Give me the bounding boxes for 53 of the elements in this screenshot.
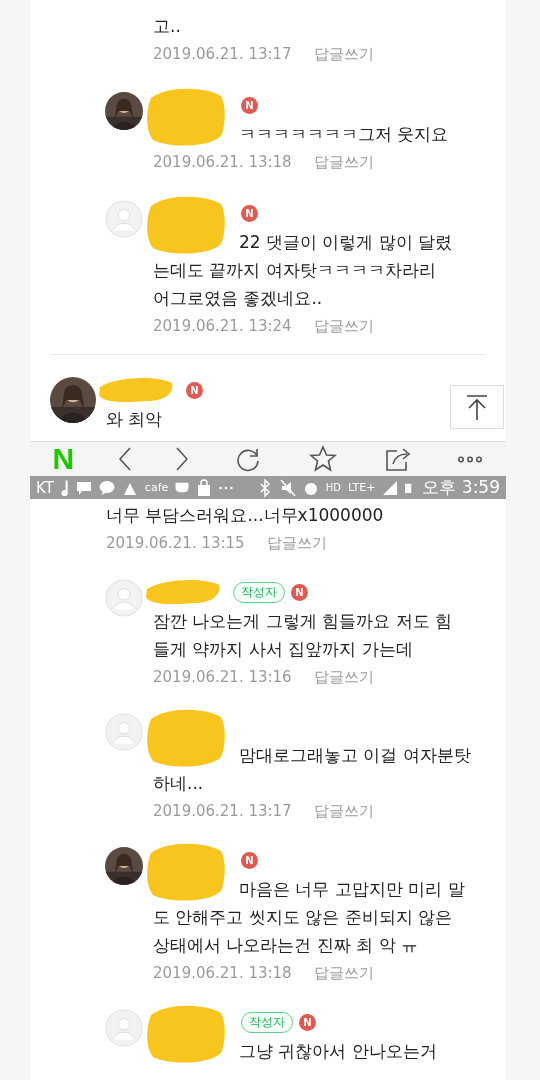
star-icon bbox=[307, 444, 338, 474]
shopping-bag-icon bbox=[196, 478, 213, 497]
back-icon bbox=[119, 447, 131, 471]
forward-icon bbox=[175, 447, 188, 471]
comment-text: 고.. bbox=[153, 15, 181, 38]
comment-text: ㅋㅋㅋㅋㅋㅋㅋ그저 웃지요 bbox=[238, 123, 449, 146]
comment-text: 너무 부담스러워요...너무x1000000 bbox=[106, 504, 384, 527]
comment-date: 2019.06.21. 13:18 bbox=[153, 963, 292, 984]
comment-date: 2019.06.21. 13:16 bbox=[153, 667, 292, 688]
forward-button[interactable] bbox=[175, 447, 188, 471]
naver-badge: N bbox=[186, 381, 203, 399]
comment-text: 맘대로그래놓고 이걸 여자분탓 하네... bbox=[153, 744, 471, 795]
scroll-top-button[interactable] bbox=[450, 385, 504, 429]
comment-text: 22 댓글이 이렇게 많이 달렸 는데도 끝까지 여자탓ㅋㅋㅋㅋ차라리 어그로였음 좋겠네요.. bbox=[153, 231, 453, 310]
reply-link[interactable]: 답글쓰기 bbox=[266, 529, 327, 557]
comment-text: 잠깐 나오는게 그렇게 힘들까요 저도 힘 들게 약까지 사서 집앞까지 가는데 bbox=[153, 610, 453, 661]
comment-date: 2019.06.21. 13:15 bbox=[106, 533, 245, 554]
arrow-up-icon bbox=[464, 393, 490, 421]
network-label: LTE+ bbox=[347, 481, 376, 494]
reply-link[interactable]: 답글쓰기 bbox=[313, 312, 374, 340]
music-note-icon bbox=[60, 479, 69, 496]
naver-badge: N bbox=[291, 583, 308, 601]
naver-logo[interactable]: N bbox=[52, 442, 75, 476]
mute-icon bbox=[279, 478, 296, 497]
author-badge: 작성자 bbox=[233, 581, 285, 603]
reply-link[interactable]: 답글쓰기 bbox=[313, 40, 374, 68]
reply-link[interactable]: 답글쓰기 bbox=[313, 797, 374, 825]
naver-badge: N bbox=[241, 96, 258, 114]
cup-icon bbox=[175, 482, 190, 493]
author-badge: 작성자 bbox=[241, 1011, 293, 1033]
naver-badge: N bbox=[299, 1013, 316, 1031]
cafe-label: cafe bbox=[144, 481, 169, 494]
comment-text: 와 최악 bbox=[106, 408, 163, 431]
reply-link[interactable]: 답글쓰기 bbox=[313, 148, 374, 176]
reply-link[interactable]: 답글쓰기 bbox=[313, 959, 374, 987]
naver-badge: N bbox=[241, 851, 258, 869]
comment-text: 그냥 귀찮아서 안나오는거 bbox=[238, 1040, 437, 1063]
comment-text: 마음은 너무 고맙지만 미리 말 도 안해주고 씻지도 않은 준비되지 않은 상태에서 나오라는건 진짜 최 악 ㅠ bbox=[153, 878, 465, 957]
more-dots-icon bbox=[219, 485, 234, 490]
speech-bubble-icon bbox=[98, 478, 115, 497]
reply-link[interactable]: 답글쓰기 bbox=[313, 663, 374, 691]
comment-date: 2019.06.21. 13:18 bbox=[153, 152, 292, 173]
comment-date: 2019.06.21. 13:24 bbox=[153, 316, 292, 337]
naver-badge: N bbox=[241, 204, 258, 222]
more-button[interactable] bbox=[457, 455, 484, 463]
hd-label: HD bbox=[325, 482, 341, 493]
comment-date: 2019.06.21. 13:17 bbox=[153, 44, 292, 65]
bookmark-button[interactable] bbox=[307, 444, 338, 474]
back-button[interactable] bbox=[119, 447, 131, 471]
comment-date: 2019.06.21. 13:17 bbox=[153, 801, 292, 822]
status-time: 오후 3:59 bbox=[422, 476, 500, 499]
more-icon bbox=[457, 455, 484, 463]
carrier-label: KT bbox=[36, 478, 54, 497]
